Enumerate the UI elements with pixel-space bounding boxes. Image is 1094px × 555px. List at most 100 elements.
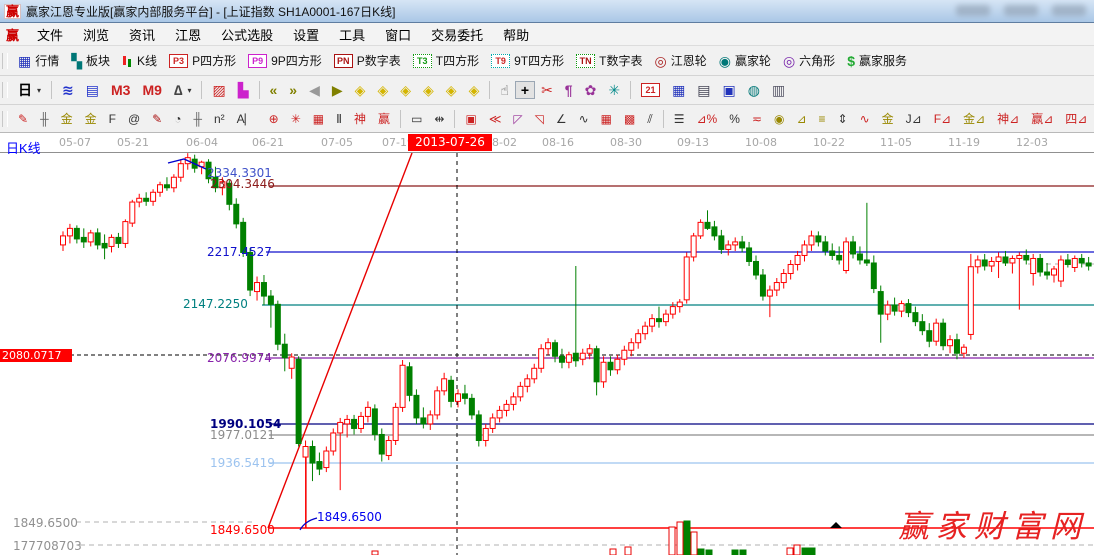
calendar-icon[interactable]: 21 [635, 81, 666, 99]
pattern-tool-icon[interactable]: ✳ [602, 81, 626, 99]
fan-box-red-icon[interactable]: ◹ [529, 110, 550, 128]
quotes-button[interactable]: ▦行情 [12, 50, 65, 71]
h-measure-icon[interactable]: ⇹ [428, 110, 450, 128]
shen-tool-icon[interactable]: 神 [348, 110, 372, 128]
si-angle-icon[interactable]: 四⊿ [1059, 110, 1093, 128]
flower-tool-icon[interactable]: ✿ [579, 81, 603, 99]
compress-v-icon[interactable]: ◈ [463, 81, 486, 99]
gann-lines-icon[interactable]: ╫ [34, 110, 55, 128]
next-bar-icon[interactable]: ▶ [326, 81, 349, 99]
p-square-button[interactable]: P3P四方形 [163, 50, 242, 71]
square-grid-icon[interactable]: ▦ [307, 110, 330, 128]
wave-3-icon[interactable]: Μ3 [105, 81, 136, 99]
winner-service-button[interactable]: $赢家服务 [841, 50, 913, 71]
time-dial-icon[interactable]: ◔ [168, 110, 187, 128]
flask-tool-icon[interactable]: ∆▾ [168, 81, 198, 99]
calculator-icon[interactable]: ▦ [666, 81, 691, 99]
t-square-button[interactable]: T3T四方形 [407, 50, 485, 71]
ying-angle-icon[interactable]: 赢⊿ [1025, 110, 1059, 128]
gold-grid-icon[interactable]: 金 [55, 110, 79, 128]
menu-news[interactable]: 资讯 [119, 28, 165, 43]
text-label-icon[interactable]: A⎸ [231, 110, 263, 128]
menu-browse[interactable]: 浏览 [73, 28, 119, 43]
fan-box-purple-icon[interactable]: ◸ [507, 110, 528, 128]
grid-red2-icon[interactable]: ▩ [618, 110, 641, 128]
list-percent-icon[interactable]: ☰ [668, 110, 691, 128]
angle-lines-icon[interactable]: ∠ [550, 110, 573, 128]
notes-icon[interactable]: ▤ [691, 81, 716, 99]
kline-chart[interactable] [0, 153, 1094, 555]
box-line-red-icon[interactable]: ▣ [459, 110, 482, 128]
wave-mark-icon[interactable]: Ⅱ [330, 110, 348, 128]
pan-left-icon[interactable]: ◈ [349, 81, 372, 99]
gold-circle-icon[interactable]: ◉ [768, 110, 790, 128]
percent-line-icon[interactable]: ≂ [746, 110, 768, 128]
go-first-icon[interactable]: « [264, 81, 284, 99]
zigzag-chart-icon[interactable]: ≋ [56, 81, 80, 99]
expand-h-icon[interactable]: ◈ [394, 81, 417, 99]
sectors-button[interactable]: ▚板块 [65, 50, 116, 71]
hand-tool-icon[interactable]: ☝ [494, 81, 515, 99]
print-icon[interactable]: ▥ [766, 81, 791, 99]
hexagon-button[interactable]: ◎六角形 [777, 50, 841, 71]
red-pen-icon[interactable]: ✎ [146, 110, 168, 128]
export-web-icon[interactable]: ◍ [742, 81, 766, 99]
wave-red-icon[interactable]: ∿ [854, 110, 876, 128]
zigzag-small-icon[interactable]: ∿ [573, 110, 595, 128]
winner-wheel-button[interactable]: ◉赢家轮 [713, 50, 777, 71]
menu-window[interactable]: 窗口 [375, 28, 421, 43]
grid-red-icon[interactable]: ▦ [595, 110, 618, 128]
gold-grid2-icon[interactable]: 金 [79, 110, 103, 128]
menu-tools[interactable]: 工具 [329, 28, 375, 43]
menu-gann[interactable]: 江恩 [165, 28, 211, 43]
t-number-table-button[interactable]: TNT数字表 [570, 50, 648, 71]
gold-angle-icon[interactable]: ⊿ [790, 110, 812, 128]
expand-v-icon[interactable]: ◈ [440, 81, 463, 99]
slant-lines-icon[interactable]: ⫽ [641, 110, 658, 128]
stamp-tool-icon[interactable]: ¶ [559, 81, 579, 99]
spiral-icon[interactable]: @ [122, 110, 146, 128]
gold-measure-icon[interactable]: ≡ [813, 110, 832, 128]
f-angle-icon[interactable]: F⊿ [928, 110, 957, 128]
fibo-f-icon[interactable]: F [103, 110, 122, 128]
go-last-icon[interactable]: » [283, 81, 303, 99]
menu-settings[interactable]: 设置 [283, 28, 329, 43]
grid-lines-icon[interactable]: ╫ [187, 110, 208, 128]
menu-trade[interactable]: 交易委托 [421, 28, 493, 43]
draw-pen-icon[interactable]: ✎ [12, 110, 34, 128]
j-angle-icon[interactable]: J⊿ [900, 110, 928, 128]
wave-9-icon[interactable]: Μ9 [136, 81, 167, 99]
info-panel-icon[interactable]: ▤ [80, 81, 105, 99]
pan-right-icon[interactable]: ◈ [371, 81, 394, 99]
period-selector[interactable]: 日▾ [12, 81, 47, 99]
target-red-icon[interactable]: ⊕ [263, 110, 285, 128]
calculator-icon-glyph: ▦ [672, 83, 685, 97]
angle-percent-icon[interactable]: ⊿% [690, 110, 723, 128]
percent-icon[interactable]: % [723, 110, 746, 128]
kline-button[interactable]: K线 [116, 50, 163, 71]
crosshair-tool-icon[interactable]: + [515, 81, 535, 99]
menu-file[interactable]: 文件 [27, 28, 73, 43]
gold-under-icon[interactable]: 金 [876, 110, 900, 128]
gold-angle2-icon[interactable]: 金⊿ [957, 110, 991, 128]
n-square-icon[interactable]: n² [208, 110, 231, 128]
menu-help[interactable]: 帮助 [493, 28, 539, 43]
updown-pen-icon[interactable]: ⇕ [832, 110, 854, 128]
ray-fan-icon[interactable]: ≪ [483, 110, 508, 128]
shen-angle-icon[interactable]: 神⊿ [991, 110, 1025, 128]
cut-tool-icon[interactable]: ✂ [535, 81, 559, 99]
chart-panel[interactable]: 05-0705-2106-0406-2107-0507-1908-0208-16… [0, 133, 1094, 555]
9t-square-button[interactable]: T99T四方形 [485, 50, 570, 71]
9p-square-button[interactable]: P99P四方形 [242, 50, 328, 71]
compress-h-icon[interactable]: ◈ [417, 81, 440, 99]
pattern-box-icon[interactable]: ▨ [206, 81, 231, 99]
ruler-123-icon[interactable]: ▭ [405, 110, 428, 128]
menu-formula-pick[interactable]: 公式选股 [211, 28, 283, 43]
web-red-icon[interactable]: ✳ [285, 110, 307, 128]
ying-tool-icon[interactable]: 赢 [372, 110, 396, 128]
profile-histogram-icon[interactable]: ▙ [232, 81, 255, 99]
prev-bar-icon[interactable]: ◀ [303, 81, 326, 99]
p-number-table-button[interactable]: PNP数字表 [328, 50, 407, 71]
save-icon[interactable]: ▣ [717, 81, 742, 99]
gann-wheel-button[interactable]: ◎江恩轮 [648, 50, 712, 71]
